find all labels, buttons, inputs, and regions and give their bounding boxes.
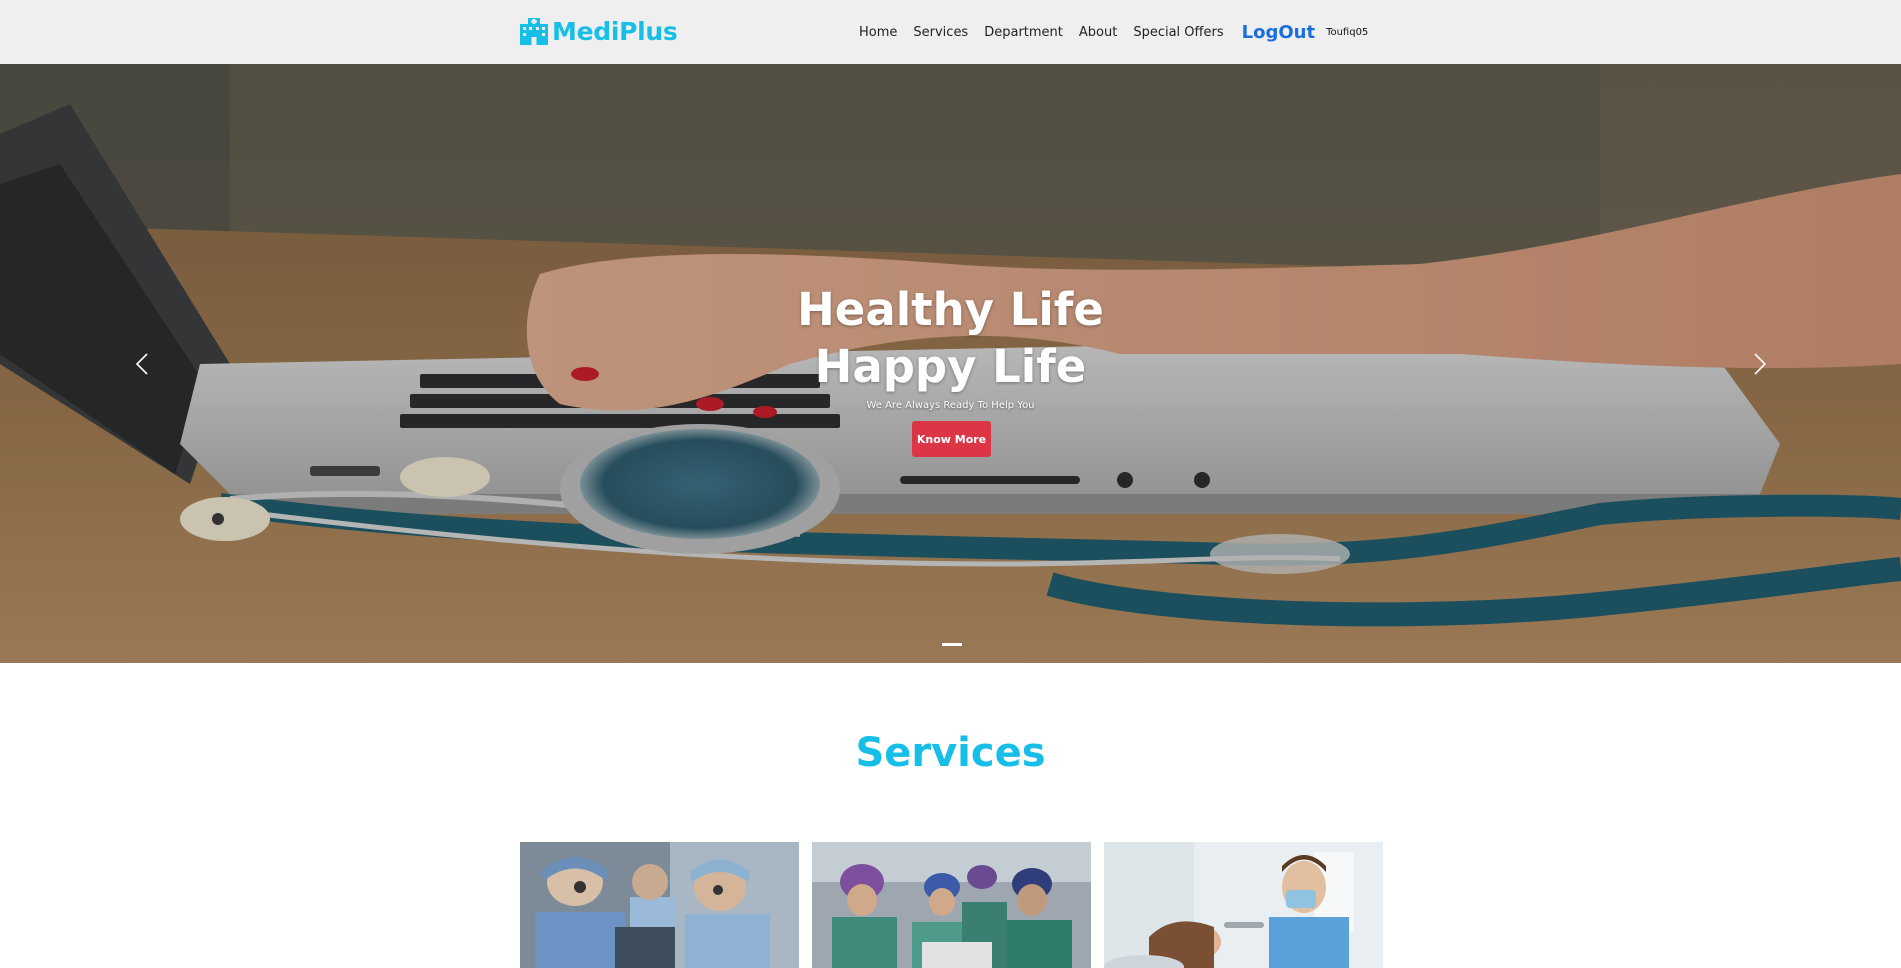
nav-menu: Home Services Department About Special O… — [859, 0, 1368, 64]
carousel-indicator[interactable] — [942, 643, 962, 646]
chevron-left-icon — [135, 353, 148, 375]
service-card-image[interactable] — [1104, 842, 1383, 968]
dental-care-photo — [1104, 842, 1383, 968]
nav-link-special-offers[interactable]: Special Offers — [1133, 25, 1223, 40]
nav-link-services[interactable]: Services — [913, 25, 968, 40]
navbar: MediPlus Home Services Department About … — [0, 0, 1901, 64]
surgery-photo — [520, 842, 799, 968]
hero-carousel: Healthy Life Happy Life We Are Always Re… — [0, 64, 1901, 663]
carousel-next-button[interactable] — [1740, 334, 1780, 394]
operating-room-photo — [812, 842, 1091, 968]
brand-name: MediPlus — [552, 16, 678, 46]
hero-title-line2: Happy Life — [814, 340, 1087, 393]
username-label: Toufiq05 — [1326, 26, 1369, 38]
services-heading: Services — [855, 730, 1046, 776]
logout-button[interactable]: LogOut — [1242, 22, 1315, 43]
chevron-right-icon — [1754, 353, 1767, 375]
nav-link-department[interactable]: Department — [984, 25, 1063, 40]
service-card-image[interactable] — [812, 842, 1091, 968]
know-more-button[interactable]: Know More — [912, 421, 991, 457]
nav-link-home[interactable]: Home — [859, 25, 897, 40]
carousel-prev-button[interactable] — [122, 334, 162, 394]
hero-title-line1: Healthy Life — [797, 283, 1104, 336]
brand-logo[interactable]: MediPlus — [519, 16, 678, 46]
nav-link-about[interactable]: About — [1079, 25, 1117, 40]
hospital-building-icon — [520, 18, 548, 45]
service-card-image[interactable] — [520, 842, 799, 968]
hero-subtitle: We Are Always Ready To Help You — [866, 400, 1035, 411]
